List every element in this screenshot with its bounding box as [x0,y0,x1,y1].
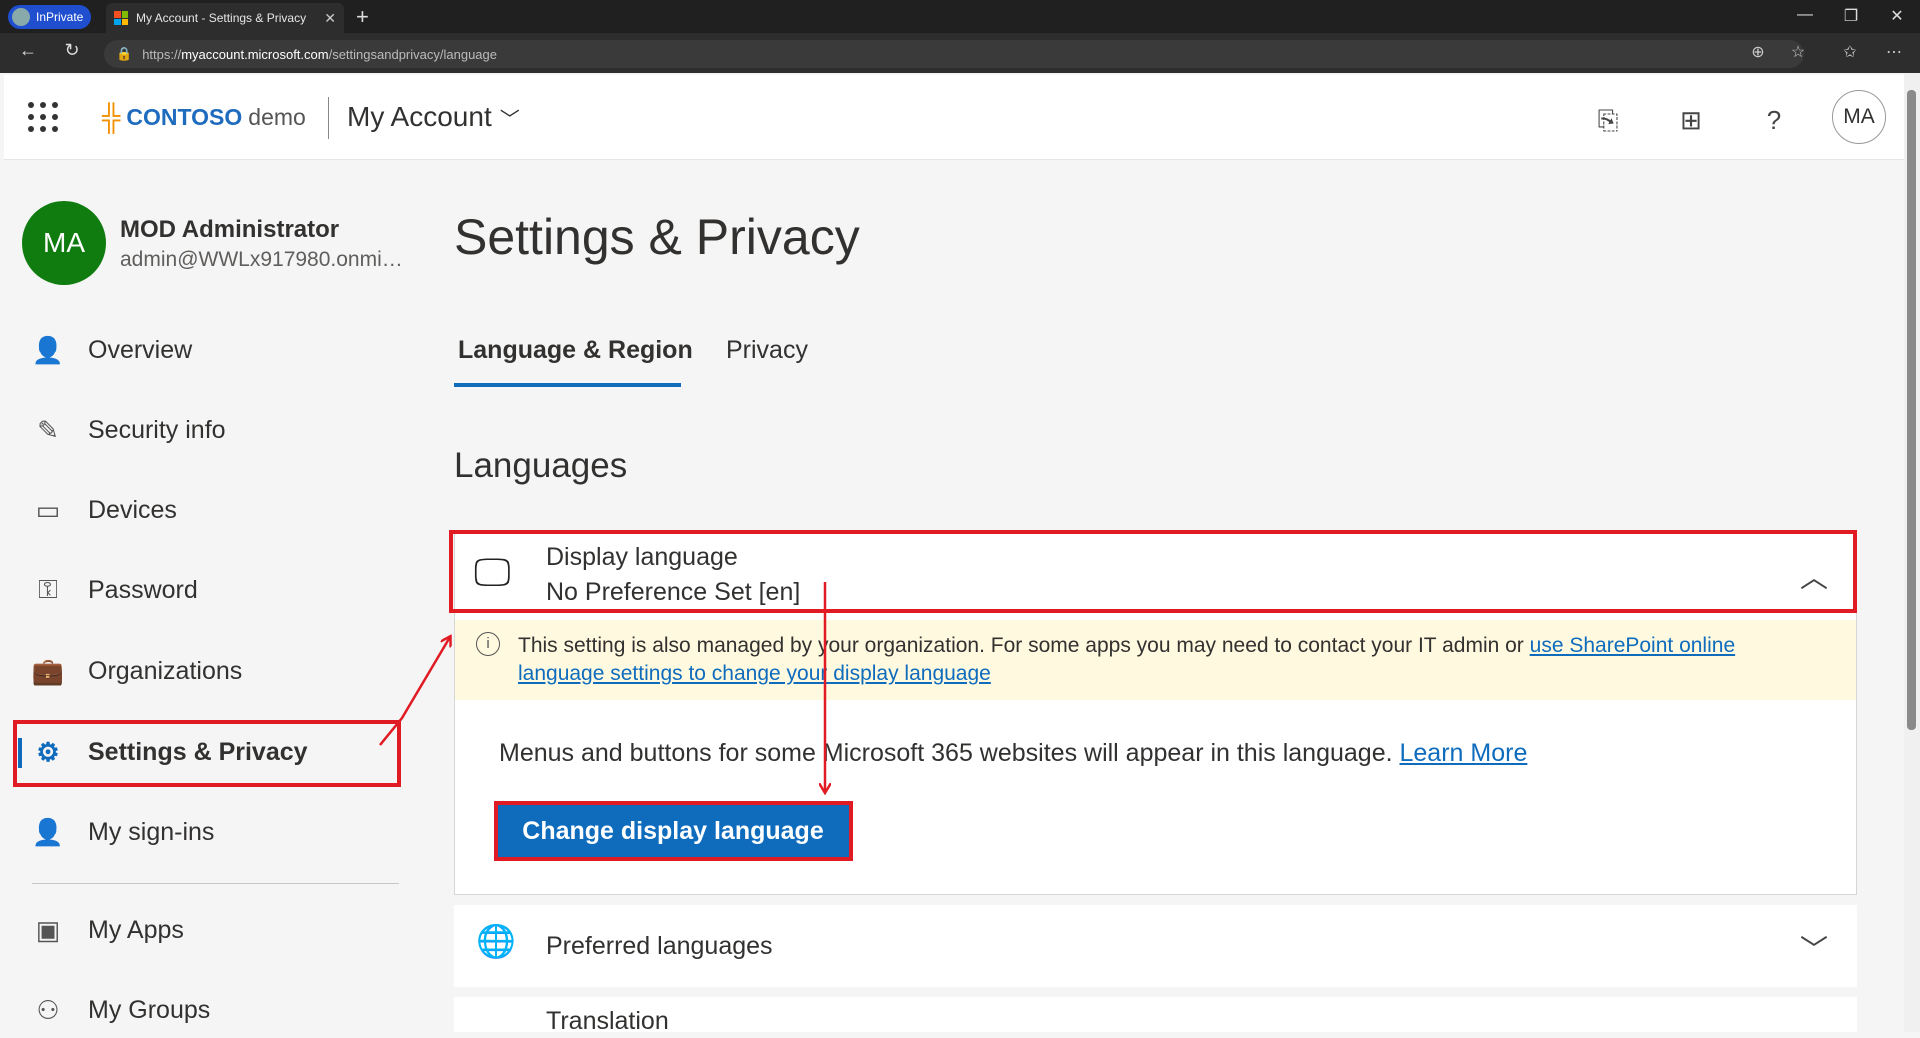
user-name: MOD Administrator [120,216,340,243]
sidebar-item-my-sign-ins[interactable]: 👤 My sign-ins [30,804,400,860]
restore-icon[interactable]: ❐ [1836,6,1866,26]
chevron-down-icon: ﹀ [499,108,520,131]
groups-icon: ⚇ [36,994,60,1025]
favorite-star-icon[interactable]: ☆ [1784,42,1812,62]
lock-icon: 🔒 [116,46,133,61]
url-text: https://myaccount.microsoft.com/settings… [142,46,497,62]
laptop-icon: ▭ [35,494,61,525]
browser-tab[interactable]: My Account - Settings & Privacy ✕ [106,3,344,33]
zoom-icon[interactable]: ⊕ [1744,42,1772,62]
key-icon: ⚿ [38,574,58,604]
more-icon[interactable]: ⋯ [1880,42,1908,62]
chevron-down-icon[interactable]: ﹀ [1800,928,1828,968]
refresh-icon[interactable]: ↻ [58,40,86,61]
apps-icon: ▣ [35,914,61,945]
microsoft-logo-icon [114,11,128,25]
annotation-box-settings-nav [13,720,401,787]
window-close-icon[interactable]: ✕ [1882,6,1912,26]
sidebar-item-my-groups[interactable]: ⚇ My Groups [30,982,400,1038]
learn-more-link[interactable]: Learn More [1400,739,1528,767]
help-icon[interactable]: ? [1754,100,1794,140]
profile-icon [12,8,30,26]
user-avatar: MA [22,201,106,285]
sidebar-item-password[interactable]: ⚿ Password [30,562,400,618]
user-email: admin@WWLx917980.onmicrosoft.com [120,248,410,271]
favorites-icon[interactable]: ✩ [1836,42,1864,62]
person-lock-icon: 👤 [31,816,65,847]
language-icon: 🌐 [476,923,516,959]
sidebar-divider [32,883,399,884]
sidebar-item-my-apps[interactable]: ▣ My Apps [30,902,400,958]
info-icon: i [476,632,500,656]
annotation-box-display-language [449,530,1857,613]
tab-language-region[interactable]: Language & Region [458,336,693,365]
security-info-icon: ✎ [37,414,59,445]
feedback-icon[interactable]: ⎘ [1588,100,1628,140]
minimize-icon[interactable]: — [1790,6,1820,24]
person-icon: 👤 [31,334,65,365]
sidebar-item-devices[interactable]: ▭ Devices [30,482,400,538]
inprivate-badge[interactable]: InPrivate [8,5,92,29]
back-icon[interactable]: ← [14,40,42,61]
scrollbar-thumb[interactable] [1907,90,1916,730]
notice-text: This setting is also managed by your org… [518,634,1736,685]
close-tab-icon[interactable]: ✕ [324,10,336,27]
sidebar-item-organizations[interactable]: 💼 Organizations [30,643,400,699]
tab-privacy[interactable]: Privacy [726,336,808,365]
url-field[interactable]: 🔒 https://myaccount.microsoft.com/settin… [104,40,1804,68]
header-divider [328,97,329,139]
contoso-mark-icon: ╬ [102,101,121,132]
app-launcher-icon[interactable] [28,102,58,132]
annotation-box-change-button [494,801,853,861]
org-chart-icon[interactable]: ⊞ [1671,100,1711,140]
page-title: Settings & Privacy [454,209,860,265]
my-account-menu[interactable]: My Account ﹀ [347,101,520,133]
new-tab-icon[interactable]: + [356,4,369,30]
briefcase-icon: 💼 [31,655,65,686]
display-language-description: Menus and buttons for some Microsoft 365… [499,739,1528,767]
tab-title: My Account - Settings & Privacy [136,11,307,25]
brand-logo: ╬ CONTOSO demo [102,101,306,132]
header-avatar[interactable]: MA [1832,90,1886,144]
sidebar-item-overview[interactable]: 👤 Overview [30,322,400,378]
preferred-languages-title[interactable]: Preferred languages [546,932,773,961]
languages-heading: Languages [454,446,628,485]
sidebar-item-security-info[interactable]: ✎ Security info [30,402,400,458]
selected-tab-underline [454,383,681,387]
